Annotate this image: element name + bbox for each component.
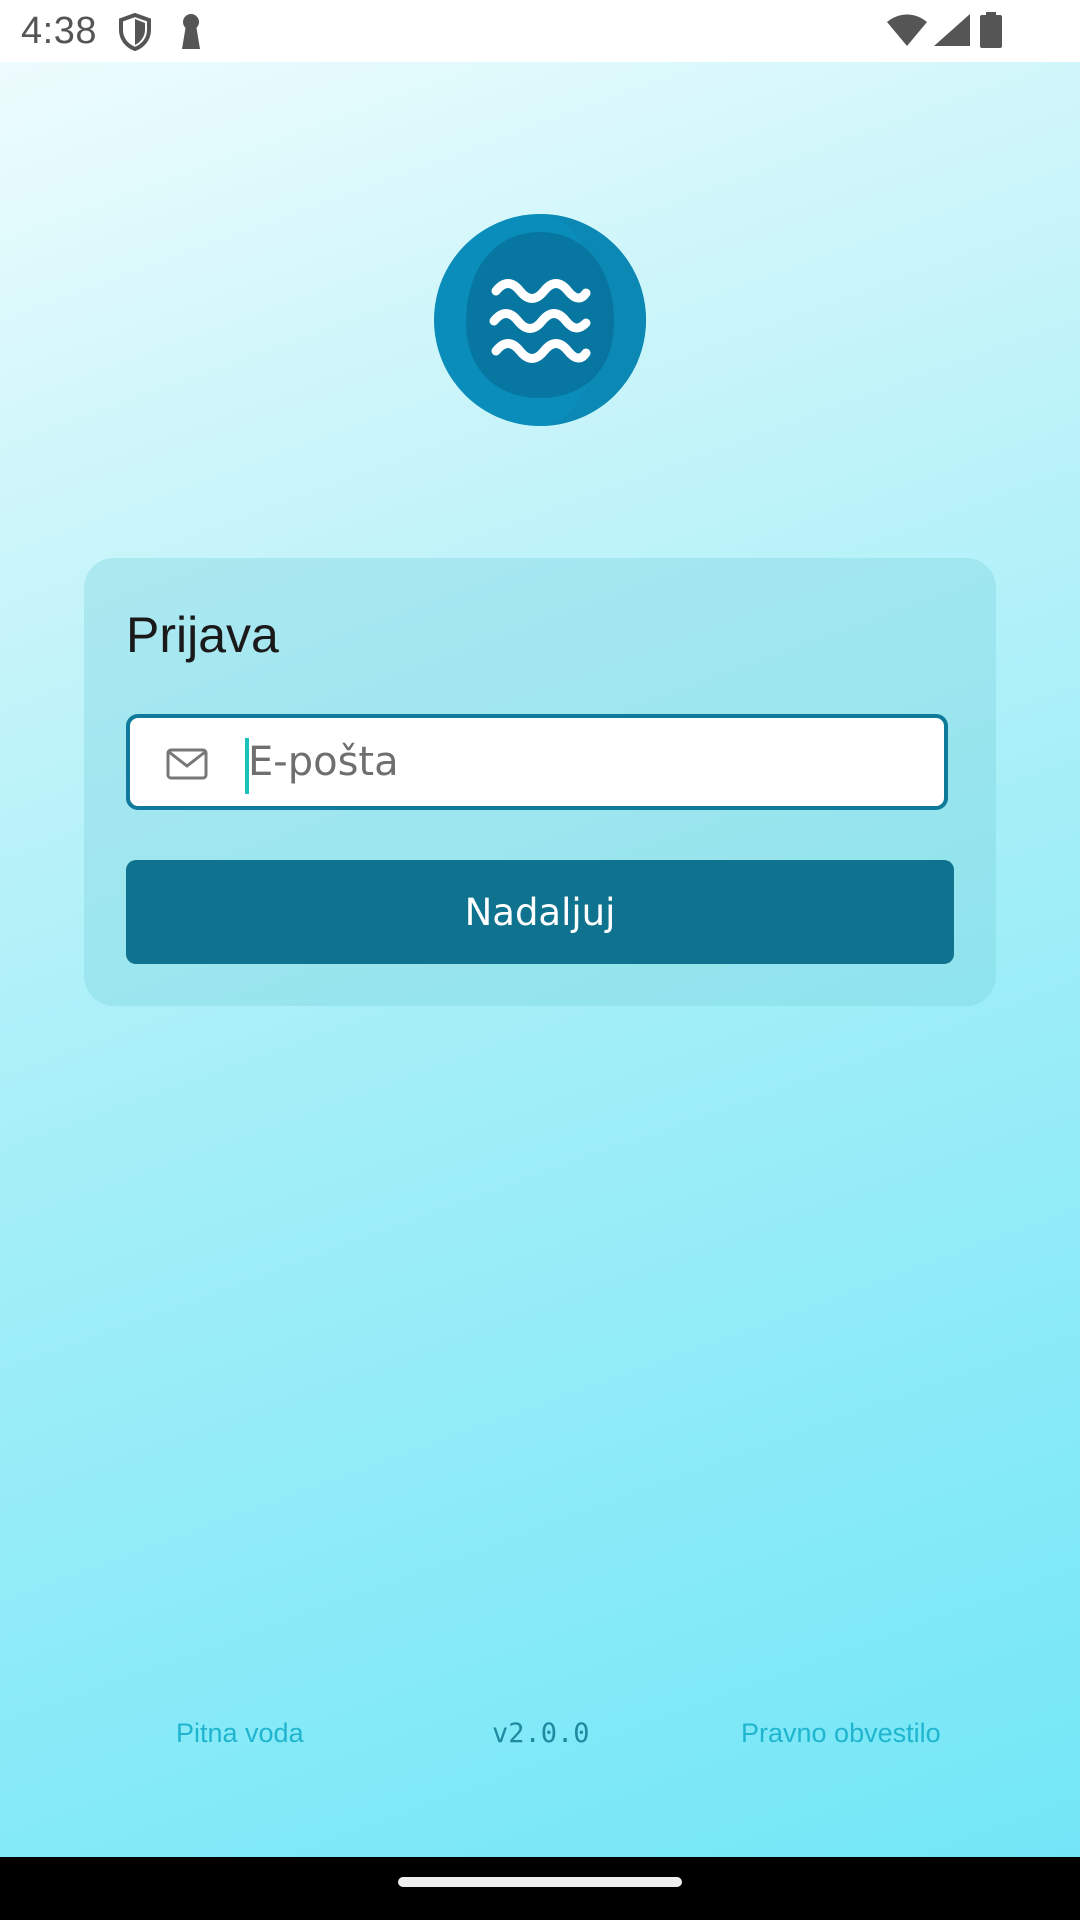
email-input[interactable]: [248, 718, 928, 806]
home-gesture-handle[interactable]: [398, 1877, 682, 1887]
login-screen: 4:38 Prijava E-pošta Nadaljuj Pitna voda…: [0, 0, 1080, 1920]
wifi-icon: [887, 14, 927, 46]
email-field[interactable]: [126, 714, 948, 810]
login-title: Prijava: [126, 607, 279, 663]
login-card: Prijava Nadaljuj: [84, 558, 996, 1006]
legal-notice-link[interactable]: Pravno obvestilo: [741, 1718, 941, 1749]
app-version: v2.0.0: [492, 1718, 590, 1749]
battery-icon: [980, 12, 1002, 48]
drinking-water-link[interactable]: Pitna voda: [176, 1718, 304, 1749]
continue-button[interactable]: Nadaljuj: [126, 860, 954, 964]
status-bar: 4:38: [0, 0, 1080, 62]
navigation-bar: [0, 1857, 1080, 1920]
shield-icon: [119, 13, 151, 51]
mail-icon: [166, 748, 208, 780]
water-logo-icon: [434, 214, 646, 426]
keyhole-icon: [182, 14, 200, 49]
status-time: 4:38: [21, 10, 97, 52]
signal-icon: [934, 14, 970, 46]
